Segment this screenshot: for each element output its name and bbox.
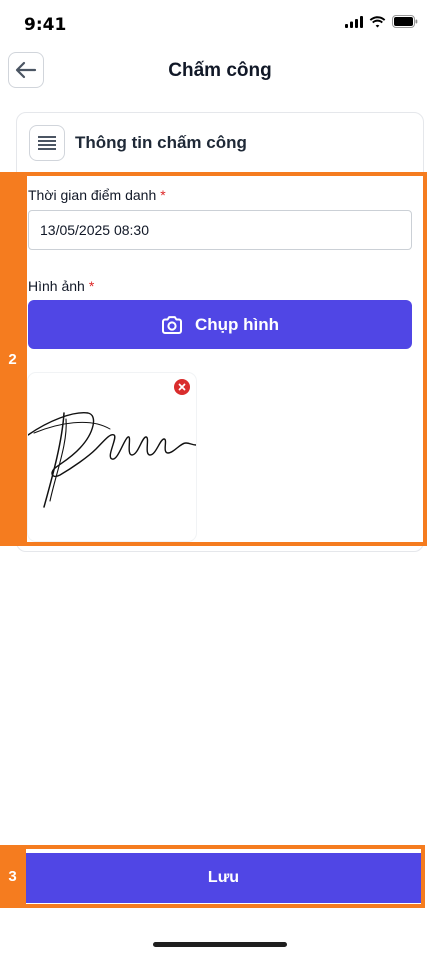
home-indicator bbox=[153, 942, 287, 947]
photo-thumbnail[interactable] bbox=[28, 373, 196, 541]
nav-bar: Chấm công bbox=[0, 48, 440, 94]
status-time: 9:41 bbox=[24, 15, 67, 35]
status-icons bbox=[345, 15, 418, 28]
highlight-tag-3: 3 bbox=[0, 845, 25, 908]
battery-icon bbox=[392, 15, 418, 28]
time-field-label: Thời gian điểm danh * bbox=[28, 187, 166, 203]
capture-photo-button[interactable]: Chụp hình bbox=[28, 300, 412, 349]
required-mark: * bbox=[160, 187, 166, 203]
close-icon bbox=[178, 383, 186, 391]
required-mark: * bbox=[88, 278, 95, 294]
card-header: Thông tin chấm công bbox=[29, 125, 247, 161]
image-field-label-text: Hình ảnh bbox=[28, 278, 85, 294]
wifi-icon bbox=[369, 15, 386, 27]
signature-image bbox=[28, 412, 196, 508]
attendance-time-value: 13/05/2025 08:30 bbox=[40, 222, 149, 238]
signal-icon bbox=[345, 15, 363, 28]
menu-icon bbox=[29, 125, 65, 161]
time-field-label-text: Thời gian điểm danh bbox=[28, 187, 157, 203]
attendance-time-input[interactable]: 13/05/2025 08:30 bbox=[28, 210, 412, 250]
page-title: Chấm công bbox=[168, 60, 272, 81]
capture-photo-label: Chụp hình bbox=[194, 314, 280, 334]
status-bar: 9:41 bbox=[0, 0, 440, 48]
save-button[interactable]: Lưu bbox=[26, 853, 421, 903]
camera-icon bbox=[161, 315, 182, 334]
card-title: Thông tin chấm công bbox=[75, 133, 247, 152]
highlight-tag-2: 2 bbox=[0, 172, 25, 546]
remove-photo-button[interactable] bbox=[174, 379, 190, 395]
image-field-label: Hình ảnh * bbox=[28, 278, 94, 294]
